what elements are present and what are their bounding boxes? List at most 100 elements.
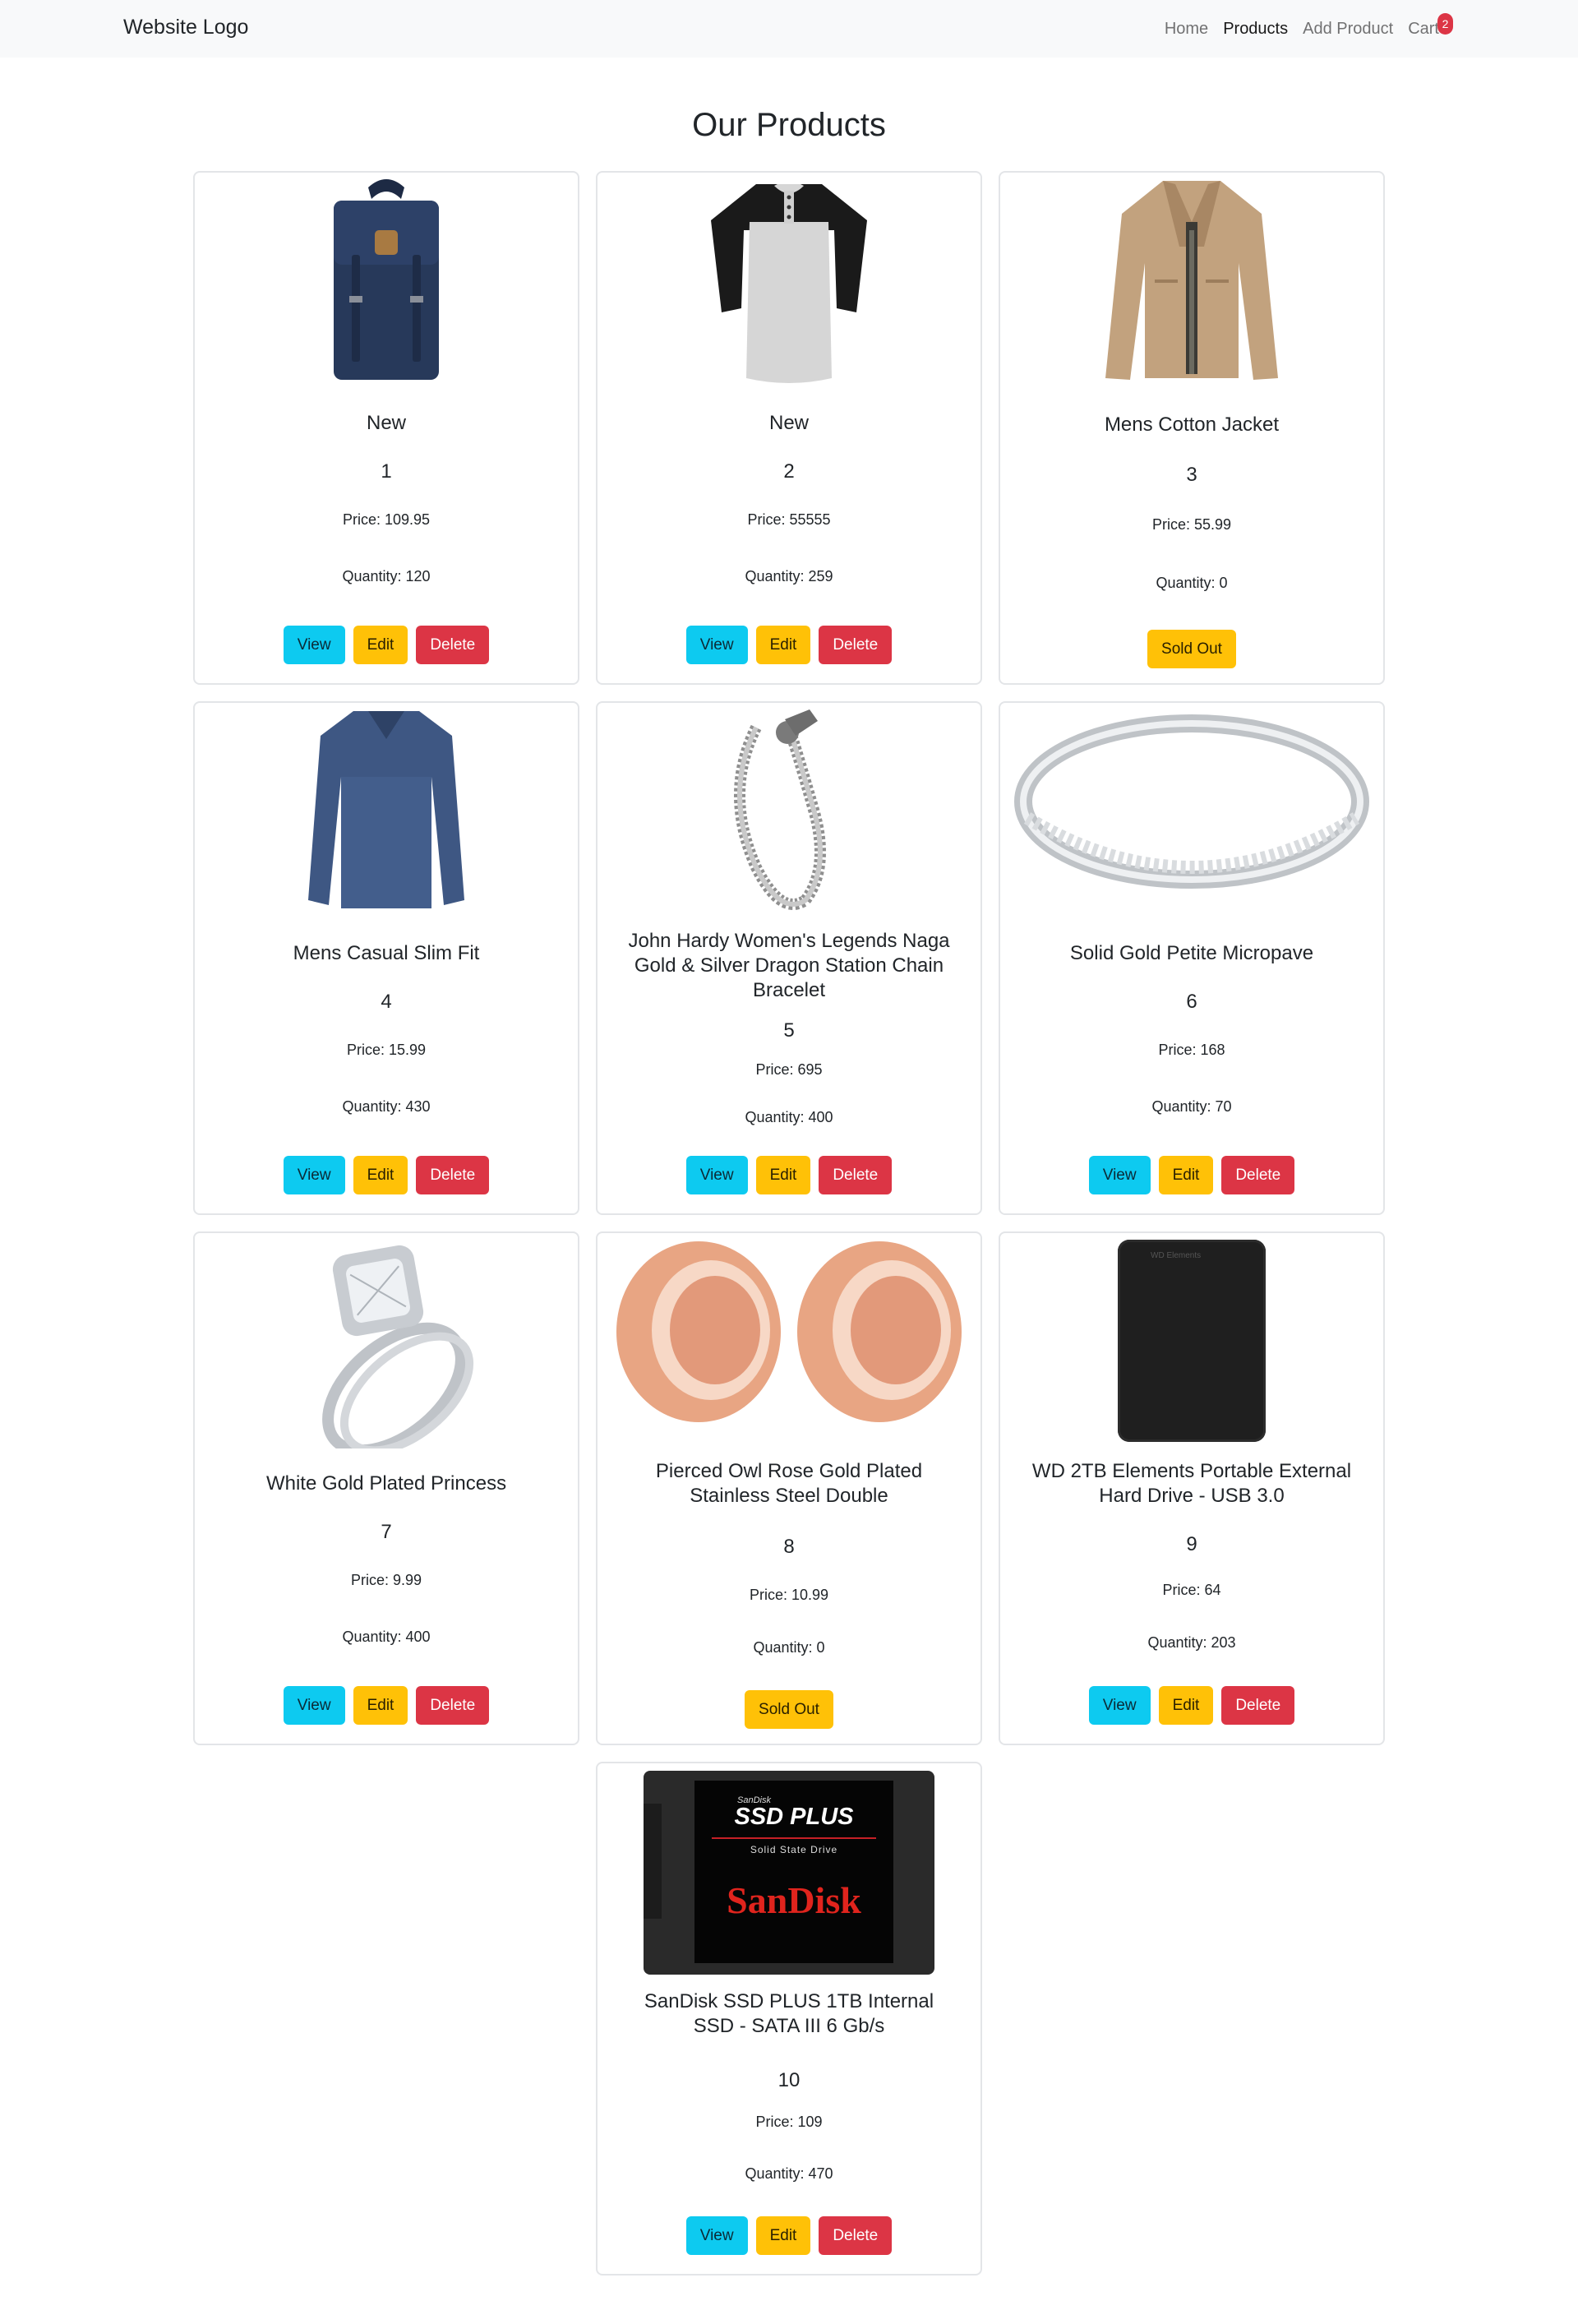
sandisk-logo: SanDisk xyxy=(727,1879,861,1921)
product-actions: View Edit Delete xyxy=(1000,1686,1383,1725)
product-quantity: Quantity: 470 xyxy=(745,2165,833,2182)
view-button[interactable]: View xyxy=(1088,1686,1151,1725)
edit-button[interactable]: Edit xyxy=(755,2216,811,2255)
product-image xyxy=(195,703,578,918)
edit-button[interactable]: Edit xyxy=(755,1156,811,1194)
product-name: Mens Casual Slim Fit xyxy=(293,942,480,964)
product-id: 7 xyxy=(381,1521,392,1543)
product-price: Price: 10.99 xyxy=(749,1587,829,1603)
product-price: Price: 9.99 xyxy=(350,1572,422,1588)
product-id: 1 xyxy=(381,460,392,483)
product-quantity: Quantity: 203 xyxy=(1147,1634,1236,1651)
delete-button[interactable]: Delete xyxy=(416,626,490,664)
hard-drive-image: WD Elements xyxy=(1118,1240,1266,1442)
ring-band-image xyxy=(1014,714,1369,889)
edit-button[interactable]: Edit xyxy=(353,1686,408,1725)
product-name: WD 2TB Elements Portable External Hard D… xyxy=(1031,1460,1352,1507)
product-image xyxy=(195,1233,578,1448)
product-name: Mens Cotton Jacket xyxy=(1104,414,1280,436)
nav-home-link[interactable]: Home xyxy=(1157,0,1216,58)
product-image xyxy=(1000,703,1383,918)
product-actions: Sold Out xyxy=(1000,630,1383,668)
product-card: Pierced Owl Rose Gold Plated Stainless S… xyxy=(596,1231,982,1745)
product-card: Mens Cotton Jacket 3 Price: 55.99 Quanti… xyxy=(999,171,1385,685)
product-name: New xyxy=(366,412,406,434)
product-card: Solid Gold Petite Micropave 6 Price: 168… xyxy=(999,701,1385,1215)
product-actions: View Edit Delete xyxy=(195,1686,578,1725)
cart-count-badge: 2 xyxy=(1437,13,1453,35)
diamond-ring-image xyxy=(322,1245,474,1448)
jacket-image xyxy=(1105,181,1278,380)
page-title: Our Products xyxy=(692,107,886,143)
delete-button[interactable]: Delete xyxy=(1221,1156,1295,1194)
sold-out-button[interactable]: Sold Out xyxy=(745,1690,833,1729)
product-quantity: Quantity: 400 xyxy=(745,1109,833,1125)
view-button[interactable]: View xyxy=(685,626,748,664)
product-name: Solid Gold Petite Micropave xyxy=(1069,942,1314,964)
product-card: Mens Casual Slim Fit 4 Price: 15.99 Quan… xyxy=(193,701,579,1215)
nav-links: Home Products Add Product Cart 2 xyxy=(1157,0,1453,58)
product-id: 9 xyxy=(1186,1533,1197,1555)
product-name: New xyxy=(768,412,809,434)
delete-button[interactable]: Delete xyxy=(416,1686,490,1725)
product-image xyxy=(195,173,578,388)
product-actions: View Edit Delete xyxy=(195,1156,578,1194)
edit-button[interactable]: Edit xyxy=(353,626,408,664)
delete-button[interactable]: Delete xyxy=(819,2216,893,2255)
product-card: SanDisk SSD PLUS Solid State Drive SanDi… xyxy=(596,1762,982,2275)
product-name: Pierced Owl Rose Gold Plated Stainless S… xyxy=(655,1460,923,1507)
product-quantity: Quantity: 430 xyxy=(342,1098,431,1115)
delete-button[interactable]: Delete xyxy=(1221,1686,1295,1725)
edit-button[interactable]: Edit xyxy=(1158,1156,1214,1194)
product-image xyxy=(598,173,980,388)
long-sleeve-shirt-image xyxy=(308,711,464,908)
product-price: Price: 695 xyxy=(755,1061,823,1078)
website-logo[interactable]: Website Logo xyxy=(123,16,248,39)
cart-link-wrap[interactable]: Cart 2 xyxy=(1400,0,1453,58)
nav-add-product-link[interactable]: Add Product xyxy=(1295,0,1400,58)
product-actions: View Edit Delete xyxy=(1000,1156,1383,1194)
edit-button[interactable]: Edit xyxy=(755,626,811,664)
delete-button[interactable]: Delete xyxy=(819,626,893,664)
product-quantity: Quantity: 400 xyxy=(342,1629,431,1645)
sold-out-button[interactable]: Sold Out xyxy=(1147,630,1236,668)
product-image xyxy=(1000,173,1383,388)
product-image xyxy=(598,1233,980,1448)
edit-button[interactable]: Edit xyxy=(1158,1686,1214,1725)
product-card: New 2 Price: 55555 Quantity: 259 View Ed… xyxy=(596,171,982,685)
backpack-image xyxy=(334,179,439,380)
product-price: Price: 55555 xyxy=(747,511,831,528)
product-actions: View Edit Delete xyxy=(598,2216,980,2255)
delete-button[interactable]: Delete xyxy=(416,1156,490,1194)
ssd-subtitle: Solid State Drive xyxy=(750,1844,838,1855)
product-actions: View Edit Delete xyxy=(598,1156,980,1194)
hdd-label: WD Elements xyxy=(1151,1251,1202,1260)
product-actions: View Edit Delete xyxy=(598,626,980,664)
delete-button[interactable]: Delete xyxy=(819,1156,893,1194)
product-id: 8 xyxy=(783,1536,795,1558)
ssd-image: SanDisk SSD PLUS Solid State Drive SanDi… xyxy=(644,1771,934,1975)
product-image xyxy=(598,703,980,918)
product-id: 4 xyxy=(381,991,392,1013)
view-button[interactable]: View xyxy=(283,1686,345,1725)
navbar: Website Logo Home Products Add Product C… xyxy=(0,0,1578,58)
product-quantity: Quantity: 0 xyxy=(1156,575,1228,591)
product-quantity: Quantity: 120 xyxy=(342,568,431,584)
view-button[interactable]: View xyxy=(283,1156,345,1194)
edit-button[interactable]: Edit xyxy=(353,1156,408,1194)
product-card: John Hardy Women's Legends Naga Gold & S… xyxy=(596,701,982,1215)
product-id: 3 xyxy=(1186,464,1197,486)
product-id: 5 xyxy=(783,1019,795,1042)
nav-products-link[interactable]: Products xyxy=(1216,0,1295,58)
product-actions: Sold Out xyxy=(598,1690,980,1729)
product-price: Price: 109.95 xyxy=(342,511,431,528)
product-price: Price: 168 xyxy=(1158,1042,1225,1058)
view-button[interactable]: View xyxy=(283,626,345,664)
view-button[interactable]: View xyxy=(1088,1156,1151,1194)
view-button[interactable]: View xyxy=(685,2216,748,2255)
view-button[interactable]: View xyxy=(685,1156,748,1194)
product-id: 10 xyxy=(777,2069,801,2091)
product-quantity: Quantity: 70 xyxy=(1151,1098,1232,1115)
product-price: Price: 109 xyxy=(755,2114,823,2130)
product-quantity: Quantity: 259 xyxy=(745,568,833,584)
